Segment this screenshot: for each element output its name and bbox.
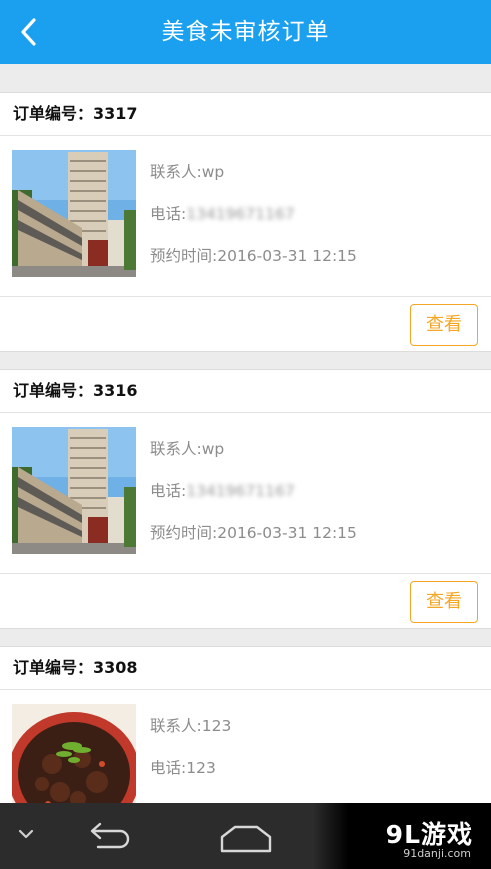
- nav-home-button[interactable]: [219, 821, 273, 857]
- view-button[interactable]: 查看: [410, 304, 478, 346]
- order-card[interactable]: 订单编号：3316 联系人:wp 电话:13419671167 预约时间:201…: [0, 369, 491, 629]
- order-number: 订单编号：3308: [0, 647, 491, 690]
- phone-text: 电话:123: [150, 759, 216, 777]
- building-photo: [12, 427, 136, 554]
- hide-keyboard-button[interactable]: [16, 827, 36, 847]
- watermark: 9L游戏 91danji.com: [313, 803, 491, 869]
- order-thumbnail: [12, 427, 136, 554]
- watermark-site: 91danji.com: [403, 847, 471, 860]
- order-card[interactable]: 订单编号：3317 联系人:wp 电话:13419671167 预约时间:201…: [0, 92, 491, 352]
- chevron-down-icon: [18, 829, 34, 839]
- page-title: 美食未审核订单: [161, 19, 330, 45]
- order-number: 订单编号：3317: [0, 93, 491, 136]
- home-icon: [220, 825, 272, 853]
- contact-text: 联系人:wp: [150, 440, 225, 458]
- phone-text: 电话:13419671167: [150, 482, 295, 500]
- reservation-time: 预约时间:2016-03-31 12:15: [150, 247, 357, 265]
- watermark-logo: 9L游戏: [385, 820, 473, 849]
- phone-text: 电话:13419671167: [150, 205, 295, 223]
- nav-back-button[interactable]: [84, 821, 134, 855]
- back-arrow-icon: [90, 822, 130, 849]
- app-header: 美食未审核订单: [0, 0, 491, 64]
- building-photo: [12, 150, 136, 277]
- order-thumbnail: [12, 150, 136, 277]
- order-number: 订单编号：3316: [0, 370, 491, 413]
- contact-text: 联系人:123: [150, 717, 232, 735]
- contact-text: 联系人:wp: [150, 163, 225, 181]
- reservation-time: 预约时间:2016-03-31 12:15: [150, 524, 357, 542]
- view-button[interactable]: 查看: [410, 581, 478, 623]
